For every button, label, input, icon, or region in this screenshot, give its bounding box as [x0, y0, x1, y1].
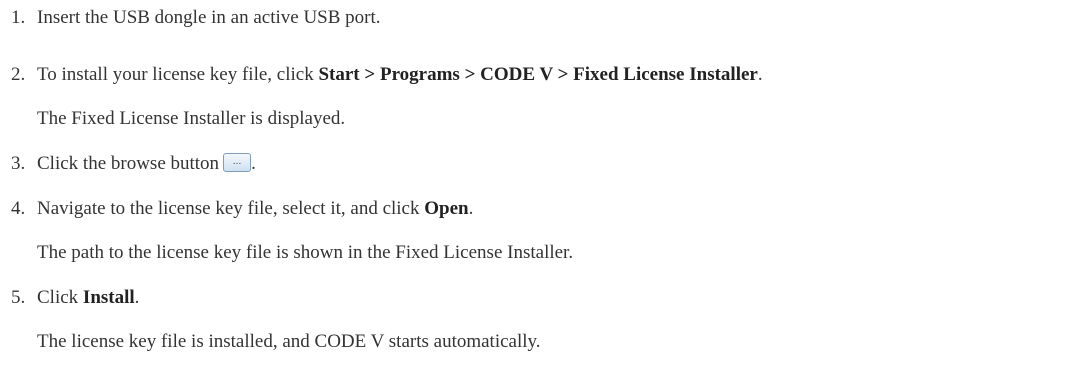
step-text-before: Click [37, 287, 83, 308]
step-text-after: . [757, 64, 763, 85]
step-text-after: . [468, 198, 474, 219]
step-number: 5. [11, 287, 26, 308]
install-label: Install [82, 287, 135, 308]
open-label: Open [424, 198, 469, 219]
step-number: 2. [11, 64, 26, 85]
step-text: Click Install. [37, 287, 139, 309]
step-text: Insert the USB dongle in an active USB p… [37, 7, 381, 28]
step-note: The path to the license key file is show… [37, 242, 574, 263]
step-text-after: . [251, 153, 256, 174]
menu-path: Start > Programs > CODE V > Fixed Licens… [318, 64, 758, 85]
step-number: 3. [11, 153, 26, 174]
step-text-after: . [134, 287, 140, 308]
step-text: To install your license key file, click … [37, 64, 763, 86]
step-text-before: Navigate to the license key file, select… [37, 198, 425, 219]
step-number: 4. [11, 198, 26, 219]
step-note: The Fixed License Installer is displayed… [37, 108, 346, 129]
step-text: Navigate to the license key file, select… [37, 198, 473, 220]
step-text-before: To install your license key file, click [37, 64, 319, 85]
ellipsis-browse-icon: ... [232, 157, 242, 167]
step-text: Click the browse button.... [37, 153, 256, 175]
browse-button[interactable]: ... [223, 153, 252, 172]
step-note: The license key file is installed, and C… [37, 331, 541, 352]
step-text-before: Click the browse button [37, 153, 220, 174]
step-number: 1. [11, 7, 26, 28]
